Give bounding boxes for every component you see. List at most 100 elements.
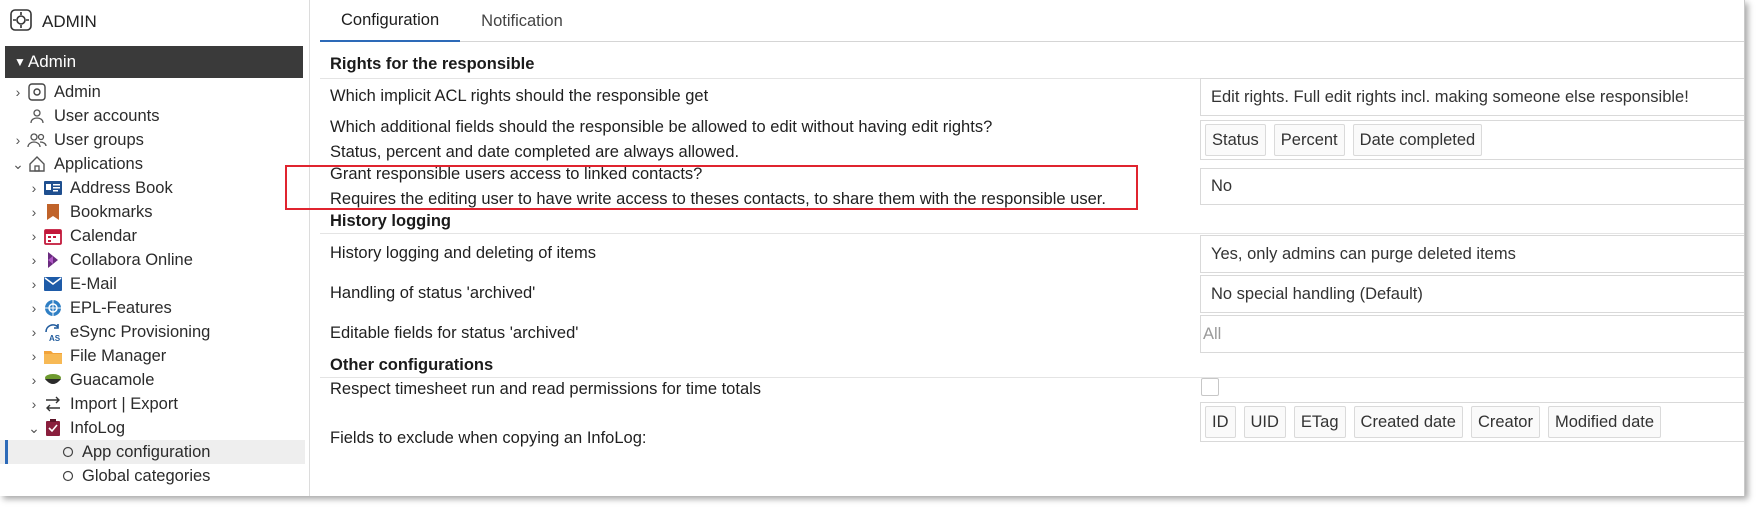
grant-contacts-select[interactable]: No bbox=[1200, 168, 1744, 205]
esync-icon: AS bbox=[42, 322, 64, 342]
selection-indicator bbox=[5, 440, 8, 464]
admin-section-header[interactable]: ▼ Admin bbox=[5, 46, 303, 78]
chevron-right-icon[interactable]: › bbox=[26, 324, 42, 340]
sidebar-item-label: InfoLog bbox=[70, 418, 126, 437]
implicit-acl-label: Which implicit ACL rights should the res… bbox=[330, 87, 709, 105]
chip-modified-date[interactable]: Modified date bbox=[1547, 406, 1662, 438]
chip-etag[interactable]: ETag bbox=[1293, 406, 1346, 438]
sidebar-item-collabora-online[interactable]: › Collabora Online bbox=[0, 248, 305, 272]
chevron-right-icon[interactable]: › bbox=[26, 348, 42, 364]
archived-handling-label: Handling of status 'archived' bbox=[330, 284, 536, 302]
chip-creator[interactable]: Creator bbox=[1470, 406, 1540, 438]
history-logging-label: History logging and deleting of items bbox=[330, 244, 596, 262]
chevron-down-icon[interactable]: ⌄ bbox=[26, 420, 42, 437]
sidebar-item-label: User groups bbox=[54, 130, 144, 149]
sidebar-tree: › Admin User accounts › User groups ⌄ Ap… bbox=[0, 80, 305, 488]
implicit-acl-select[interactable]: Edit rights. Full edit rights incl. maki… bbox=[1200, 78, 1744, 116]
sidebar: ADMIN ▼ Admin › Admin User accounts › Us… bbox=[0, 0, 310, 496]
admin-section-label: Admin bbox=[27, 52, 77, 71]
folder-icon bbox=[42, 346, 64, 366]
section-rights-heading: Rights for the responsible bbox=[330, 55, 535, 73]
admin-icon bbox=[26, 82, 48, 102]
sidebar-item-file-manager[interactable]: › File Manager bbox=[0, 344, 305, 368]
sidebar-item-address-book[interactable]: › Address Book bbox=[0, 176, 305, 200]
sidebar-item-label: Calendar bbox=[70, 226, 137, 245]
chevron-right-icon[interactable]: › bbox=[26, 204, 42, 220]
sidebar-item-esync-provisioning[interactable]: › AS eSync Provisioning bbox=[0, 320, 305, 344]
guacamole-icon bbox=[42, 370, 64, 390]
chip-status[interactable]: Status bbox=[1205, 124, 1266, 156]
sidebar-item-label: Guacamole bbox=[70, 370, 155, 389]
user-icon bbox=[26, 106, 48, 126]
divider bbox=[320, 377, 1744, 378]
sidebar-item-global-categories[interactable]: Global categories bbox=[0, 464, 305, 488]
sidebar-item-label: App configuration bbox=[82, 442, 211, 461]
sidebar-item-calendar[interactable]: › Calendar bbox=[0, 224, 305, 248]
chevron-right-icon[interactable]: › bbox=[10, 84, 26, 100]
chevron-right-icon[interactable]: › bbox=[10, 132, 26, 148]
chevron-right-icon[interactable]: › bbox=[26, 396, 42, 412]
sidebar-item-email[interactable]: › E-Mail bbox=[0, 272, 305, 296]
infolog-icon bbox=[42, 418, 64, 438]
chip-date-completed[interactable]: Date completed bbox=[1352, 124, 1483, 156]
sidebar-item-label: Admin bbox=[54, 82, 101, 101]
grant-contacts-note: Requires the editing user to have write … bbox=[330, 190, 1106, 208]
import-export-icon bbox=[42, 394, 64, 414]
sidebar-item-epl-features[interactable]: › EPL-Features bbox=[0, 296, 305, 320]
epl-icon bbox=[42, 298, 64, 318]
chevron-right-icon[interactable]: › bbox=[26, 300, 42, 316]
chevron-right-icon[interactable]: › bbox=[26, 252, 42, 268]
tab-configuration[interactable]: Configuration bbox=[320, 0, 461, 42]
chevron-right-icon[interactable]: › bbox=[26, 372, 42, 388]
sidebar-item-infolog[interactable]: ⌄ InfoLog bbox=[0, 416, 305, 440]
chevron-down-icon[interactable]: ⌄ bbox=[10, 156, 26, 173]
sidebar-item-label: Address Book bbox=[70, 178, 173, 197]
sidebar-item-label: eSync Provisioning bbox=[70, 322, 211, 341]
mail-icon bbox=[42, 274, 64, 294]
app-title: ADMIN bbox=[42, 12, 97, 31]
sidebar-item-bookmarks[interactable]: › Bookmarks bbox=[0, 200, 305, 224]
chevron-right-icon[interactable]: › bbox=[26, 228, 42, 244]
sidebar-item-applications[interactable]: ⌄ Applications bbox=[0, 152, 305, 176]
additional-fields-label: Which additional fields should the respo… bbox=[330, 118, 993, 136]
archived-handling-select[interactable]: No special handling (Default) bbox=[1200, 275, 1744, 313]
users-icon bbox=[26, 130, 48, 150]
sidebar-item-app-configuration[interactable]: App configuration bbox=[0, 440, 305, 464]
app-header: ADMIN bbox=[10, 8, 97, 36]
sidebar-item-label: Bookmarks bbox=[70, 202, 153, 221]
chevron-right-icon[interactable]: › bbox=[26, 180, 42, 196]
sidebar-item-user-groups[interactable]: › User groups bbox=[0, 128, 305, 152]
bookmark-icon bbox=[42, 202, 64, 222]
circle-icon bbox=[60, 466, 76, 486]
additional-fields-multiselect[interactable]: Status Percent Date completed bbox=[1200, 120, 1744, 160]
exclude-fields-label: Fields to exclude when copying an InfoLo… bbox=[330, 429, 647, 447]
chip-created-date[interactable]: Created date bbox=[1353, 406, 1463, 438]
sidebar-item-import-export[interactable]: › Import | Export bbox=[0, 392, 305, 416]
sidebar-item-label: E-Mail bbox=[70, 274, 117, 293]
tab-bar: Configuration Notification bbox=[320, 0, 1744, 42]
sidebar-item-user-accounts[interactable]: User accounts bbox=[0, 104, 305, 128]
sidebar-item-label: Collabora Online bbox=[70, 250, 193, 269]
timesheet-label: Respect timesheet run and read permissio… bbox=[330, 380, 762, 398]
chevron-right-icon[interactable]: › bbox=[26, 276, 42, 292]
chip-percent[interactable]: Percent bbox=[1273, 124, 1345, 156]
sidebar-item-label: Import | Export bbox=[70, 394, 178, 413]
sidebar-item-label: Global categories bbox=[82, 466, 211, 485]
home-icon bbox=[26, 154, 48, 174]
caret-down-icon: ▼ bbox=[14, 55, 26, 69]
divider bbox=[320, 233, 1744, 234]
section-other-heading: Other configurations bbox=[330, 356, 494, 374]
sidebar-item-label: EPL-Features bbox=[70, 298, 172, 317]
tab-notification[interactable]: Notification bbox=[460, 0, 584, 42]
sidebar-item-admin[interactable]: › Admin bbox=[0, 80, 305, 104]
timesheet-checkbox[interactable] bbox=[1201, 378, 1219, 396]
calendar-icon bbox=[42, 226, 64, 246]
exclude-fields-multiselect[interactable]: ID UID ETag Created date Creator Modifie… bbox=[1200, 402, 1744, 442]
chip-id[interactable]: ID bbox=[1205, 406, 1236, 438]
sidebar-item-guacamole[interactable]: › Guacamole bbox=[0, 368, 305, 392]
main-content: Configuration Notification Rights for th… bbox=[313, 0, 1744, 496]
archived-fields-multiselect[interactable]: All bbox=[1200, 315, 1744, 353]
admin-app-icon bbox=[10, 8, 32, 36]
history-logging-select[interactable]: Yes, only admins can purge deleted items bbox=[1200, 235, 1744, 273]
chip-uid[interactable]: UID bbox=[1243, 406, 1286, 438]
